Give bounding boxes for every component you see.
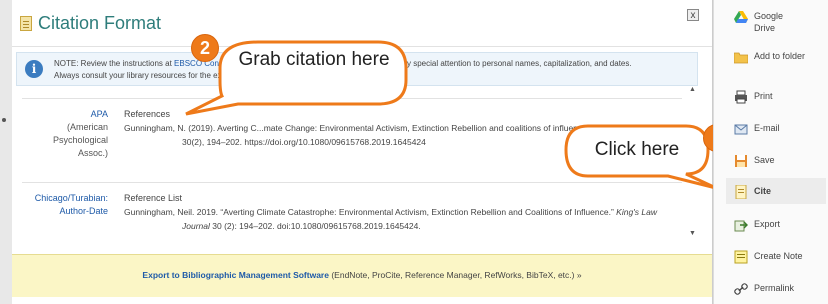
style-name: APA — [90, 109, 108, 119]
export-bar: Export to Bibliographic Management Softw… — [12, 254, 712, 297]
tool-label: Save — [754, 155, 775, 165]
citation-style-chicago: Chicago/Turabian: Author-Date — [16, 192, 108, 218]
citation-line[interactable]: 30(2), 194–202. https://doi.org/10.1080/… — [182, 136, 426, 149]
document-icon — [20, 16, 32, 31]
cite-icon — [735, 185, 747, 199]
note-line-1-end: y special attention to personal names, c… — [407, 59, 632, 68]
citation-text: Gunningham, N. (2019). Averting — [124, 123, 251, 133]
journal-title: King's Law — [616, 207, 657, 217]
style-extra: Assoc.) — [77, 148, 108, 158]
callout-text: Click here — [594, 139, 680, 160]
dialog-title: Citation Format — [38, 13, 162, 33]
citation-line[interactable]: Journal 30 (2): 194–202. doi:10.1080/096… — [182, 220, 421, 233]
page-bullet — [2, 118, 6, 122]
journal-title: Journal — [182, 221, 210, 231]
tool-label: Create Note — [754, 251, 803, 261]
info-icon: i — [25, 60, 43, 78]
close-button[interactable]: x — [687, 9, 699, 21]
tool-label: Print — [754, 91, 773, 101]
citation-text: 30 (2): 194–202. doi:10.1080/09615768.20… — [209, 221, 421, 231]
export-text: Export to Bibliographic Management Softw… — [12, 270, 712, 280]
style-extra: Author-Date — [59, 206, 108, 216]
export-formats: (EndNote, ProCite, Reference Manager, Re… — [328, 270, 582, 280]
tools-panel: Google Drive Add to folder Print E-mail … — [713, 0, 828, 304]
scroll-down-arrow[interactable]: ▼ — [689, 230, 696, 237]
google-drive-icon — [734, 11, 748, 23]
citation-line[interactable]: Gunningham, Neil. 2019. “Averting Climat… — [124, 206, 657, 219]
tool-label: Google Drive — [754, 11, 784, 33]
style-extra: Psychological — [52, 135, 108, 145]
citation-heading: Reference List — [124, 193, 183, 203]
note-text: NOTE: Review the instructions at — [54, 59, 175, 68]
tool-label: Cite — [754, 186, 772, 196]
export-icon — [734, 220, 748, 232]
save-icon — [735, 155, 747, 167]
permalink-icon — [734, 283, 748, 295]
tool-label: Export — [754, 219, 781, 229]
tool-label: Add to folder — [754, 51, 806, 61]
citation-text: Gunningham, Neil. 2019. “Averting Climat… — [124, 207, 617, 217]
style-name: Chicago/Turabian: — [34, 193, 108, 203]
citation-style-apa: APA (American Psychological Assoc.) — [16, 108, 108, 160]
note-icon — [734, 250, 748, 264]
style-extra: (American — [66, 122, 108, 132]
callout-text: Grab citation here — [238, 49, 390, 70]
citation-text: C...mate Change: Environmental Activism,… — [250, 123, 590, 133]
citation-heading: References — [124, 109, 171, 119]
print-icon — [735, 90, 747, 104]
folder-icon — [734, 52, 748, 64]
scroll-up-arrow[interactable]: ▲ — [689, 86, 696, 93]
step-badge-2: 2 — [191, 34, 219, 62]
tool-label: E-mail — [754, 123, 780, 133]
citation-line[interactable]: Gunningham, N. (2019). Averting C...mate… — [124, 122, 589, 135]
email-icon — [734, 124, 748, 135]
export-link[interactable]: Export to Bibliographic Management Softw… — [142, 270, 329, 280]
tool-label: Permalink — [754, 283, 795, 293]
